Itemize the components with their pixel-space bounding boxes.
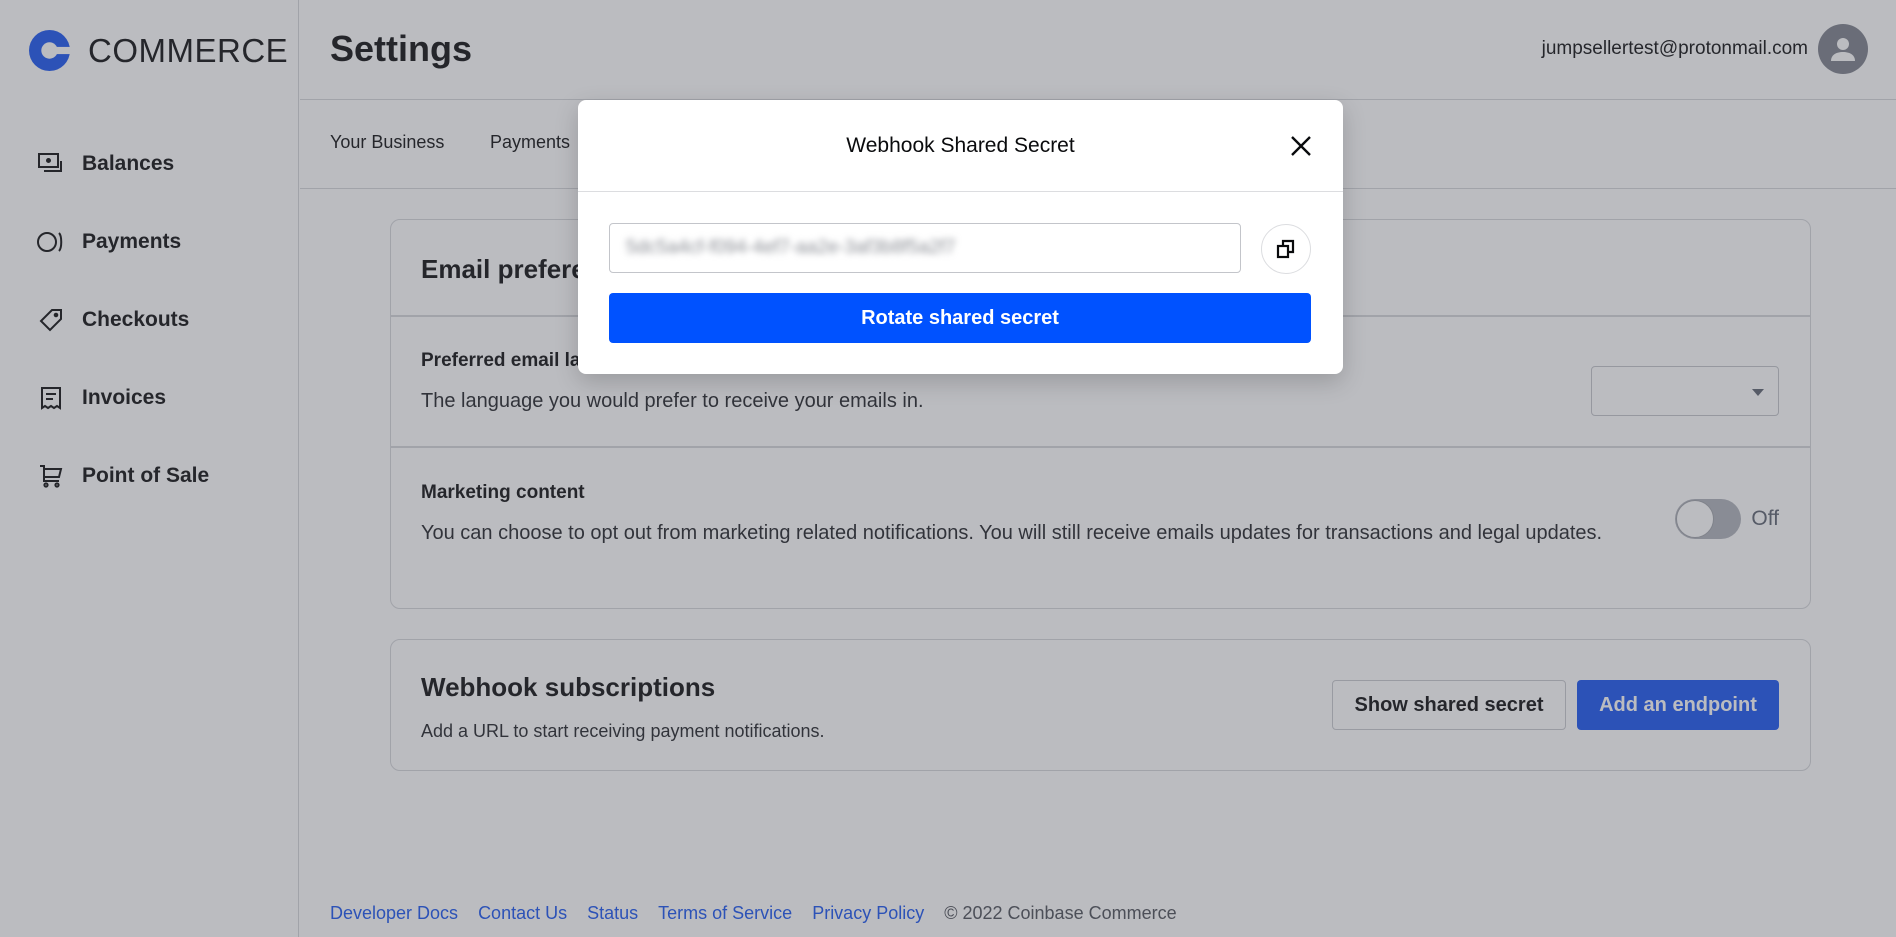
- rotate-shared-secret-button[interactable]: Rotate shared secret: [609, 293, 1311, 343]
- shared-secret-value: 5dc5a4cf-f094-4ef7-aa2e-3af3b8f5a2f7: [626, 237, 956, 258]
- webhook-shared-secret-modal: Webhook Shared Secret 5dc5a4cf-f094-4ef7…: [578, 100, 1343, 374]
- close-icon: [1291, 136, 1311, 156]
- shared-secret-field[interactable]: 5dc5a4cf-f094-4ef7-aa2e-3af3b8f5a2f7: [609, 223, 1241, 273]
- copy-icon: [1276, 239, 1295, 259]
- close-button[interactable]: [1287, 132, 1315, 160]
- modal-header: Webhook Shared Secret: [578, 100, 1343, 192]
- modal-title: Webhook Shared Secret: [846, 134, 1075, 157]
- copy-secret-button[interactable]: [1261, 224, 1311, 274]
